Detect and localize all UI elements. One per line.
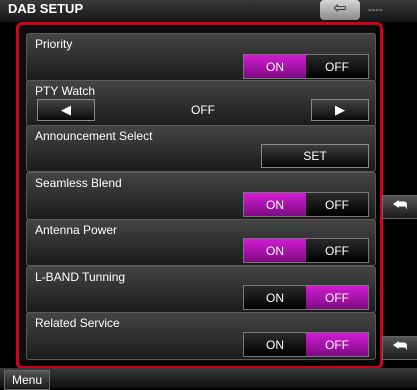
antenna-power-label: Antenna Power [35,223,118,237]
return-icon: ⮪ [392,197,408,214]
return-button-lower[interactable]: ⮪ [382,336,417,360]
pty-watch-value: OFF [191,103,215,117]
seamless-blend-on-button[interactable]: ON [244,193,306,216]
seamless-blend-off-button[interactable]: OFF [306,193,368,216]
right-triangle-icon: ▶ [335,102,345,117]
related-service-on-button[interactable]: ON [244,333,306,356]
priority-label: Priority [35,37,73,51]
related-service-off-button[interactable]: OFF [306,333,368,356]
priority-toggle[interactable]: ON OFF [243,54,369,79]
priority-on-button[interactable]: ON [244,55,306,78]
return-arrow-icon[interactable]: ⇦ [320,0,360,20]
pty-watch-label: PTY Watch [35,84,96,98]
seamless-blend-row: Seamless Blend ON OFF [26,172,376,220]
return-button-upper[interactable]: ⮪ [382,195,417,219]
announcement-set-button[interactable]: SET [261,144,369,168]
related-service-row: Related Service ON OFF [26,312,376,360]
left-triangle-icon: ◀ [61,102,71,117]
priority-row: Priority ON OFF [26,33,376,82]
seamless-blend-toggle[interactable]: ON OFF [243,192,369,217]
page-title: DAB SETUP [8,1,84,16]
return-icon: ⮪ [392,338,408,355]
menu-button[interactable]: Menu [4,370,50,390]
pty-prev-button[interactable]: ◀ [37,99,95,121]
antenna-power-on-button[interactable]: ON [244,239,306,262]
pty-watch-row: PTY Watch ◀ OFF ▶ [26,80,376,127]
related-service-label: Related Service [35,316,120,330]
related-service-toggle[interactable]: ON OFF [243,332,369,357]
announcement-select-row: Announcement Select SET [26,125,376,172]
lband-tuning-row: L-BAND Tunning ON OFF [26,266,376,313]
bottom-bar [0,368,417,388]
lband-tuning-on-button[interactable]: ON [244,286,306,309]
lband-tuning-toggle[interactable]: ON OFF [243,285,369,310]
antenna-power-toggle[interactable]: ON OFF [243,238,369,263]
priority-off-button[interactable]: OFF [306,55,368,78]
announcement-select-label: Announcement Select [35,129,153,143]
pty-next-button[interactable]: ▶ [311,99,369,121]
antenna-power-off-button[interactable]: OFF [306,239,368,262]
antenna-power-row: Antenna Power ON OFF [26,219,376,266]
lband-tuning-label: L-BAND Tunning [35,270,126,284]
status-indicator: ---- [368,4,383,16]
seamless-blend-label: Seamless Blend [35,176,122,190]
lband-tuning-off-button[interactable]: OFF [306,286,368,309]
